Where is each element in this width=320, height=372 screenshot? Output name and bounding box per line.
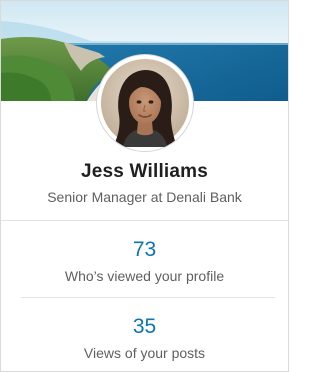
post-views-count[interactable]: 35 — [1, 315, 288, 339]
profile-name[interactable]: Jess Williams — [1, 161, 288, 183]
avatar[interactable] — [97, 55, 193, 151]
section-divider — [1, 220, 288, 221]
stats-divider — [21, 297, 275, 298]
profile-card: Jess Williams Senior Manager at Denali B… — [0, 0, 289, 372]
profile-headline: Senior Manager at Denali Bank — [47, 189, 242, 205]
profile-views-label[interactable]: Who’s viewed your profile — [1, 268, 288, 285]
post-views-stat[interactable]: 35 Views of your posts — [1, 315, 288, 362]
profile-views-count[interactable]: 73 — [1, 238, 288, 262]
post-views-label[interactable]: Views of your posts — [1, 345, 288, 362]
profile-views-stat[interactable]: 73 Who’s viewed your profile — [1, 238, 288, 285]
